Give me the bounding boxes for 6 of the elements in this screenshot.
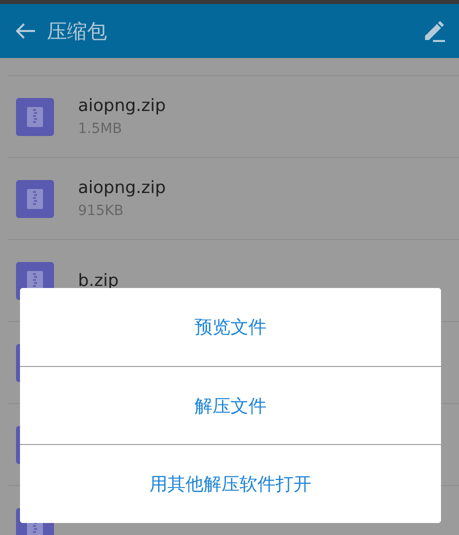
- back-arrow-icon[interactable]: [16, 23, 36, 39]
- pencil-icon[interactable]: [423, 20, 445, 42]
- file-name: aiopng.zip: [78, 178, 166, 198]
- file-name: aiopng.zip: [78, 96, 166, 116]
- screen-title: 压缩包: [47, 18, 108, 44]
- file-name: b.zip: [78, 270, 119, 290]
